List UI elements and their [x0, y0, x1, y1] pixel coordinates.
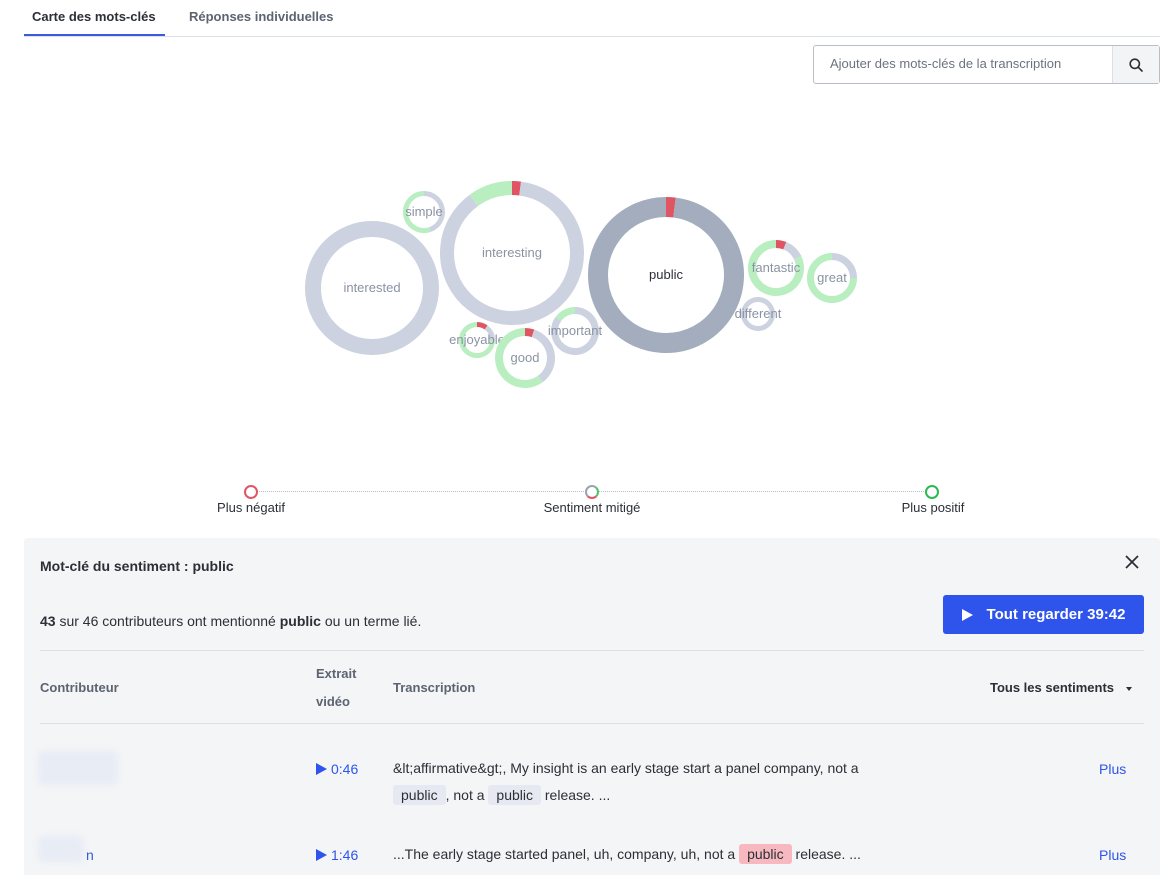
- column-clip-line1: Extrait: [316, 666, 357, 681]
- keyword-bubble-good[interactable]: good: [495, 328, 555, 388]
- legend-positive-label: Plus positif: [901, 500, 965, 515]
- column-contributor: Contributeur: [40, 680, 119, 695]
- keyword-label: different: [735, 306, 782, 321]
- contributor-name-tail[interactable]: n: [86, 847, 94, 863]
- search-icon: [1129, 57, 1143, 72]
- legend-mixed-label: Sentiment mitigé: [543, 500, 641, 515]
- video-clip-link[interactable]: 0:46: [316, 761, 358, 777]
- divider: [40, 650, 1144, 651]
- play-icon: [316, 763, 327, 775]
- transcript-text: , not a: [445, 787, 485, 803]
- keyword-highlight: public: [488, 785, 541, 805]
- watch-all-button[interactable]: Tout regarder 39:42: [943, 595, 1144, 634]
- keyword-detail-panel: Mot-clé du sentiment : public 43 sur 46 …: [24, 538, 1160, 875]
- transcript-text: release. ...: [791, 846, 861, 862]
- clip-time: 0:46: [331, 761, 359, 777]
- keyword-bubble-interesting[interactable]: interesting: [440, 181, 584, 325]
- active-tab-indicator: [24, 34, 165, 36]
- summary-text-2: ou un terme lié.: [320, 613, 422, 629]
- keyword-label: interested: [343, 280, 400, 295]
- more-link[interactable]: Plus: [1099, 847, 1126, 863]
- positive-dot-icon: [925, 485, 939, 499]
- sentiment-arc: [511, 181, 522, 196]
- tab-individual-responses[interactable]: Réponses individuelles: [189, 9, 334, 24]
- keyword-label: simple: [405, 204, 443, 219]
- keyword-bubble-simple[interactable]: simple: [403, 191, 445, 233]
- keyword-bubble-map: interested simple interesting public fantast…: [305, 181, 857, 388]
- play-icon: [316, 849, 327, 861]
- column-clip-line2: vidéo: [316, 694, 350, 709]
- transcript-excerpt: ...The early stage started panel, uh, co…: [393, 841, 953, 868]
- panel-title: Mot-clé du sentiment : public: [40, 558, 234, 574]
- sentiment-arc: [476, 322, 488, 330]
- divider: [40, 723, 1144, 724]
- keyword-label: fantastic: [752, 260, 801, 275]
- clip-time: 1:46: [331, 847, 359, 863]
- more-link[interactable]: Plus: [1099, 761, 1126, 777]
- transcript-excerpt: &lt;affirmative&gt;, My insight is an ea…: [393, 755, 923, 809]
- transcript-text: release. ...: [544, 787, 611, 803]
- keyword-search-input[interactable]: [814, 46, 1110, 81]
- watch-all-label: Tout regarder 39:42: [986, 606, 1126, 623]
- keyword-label: great: [817, 270, 847, 285]
- search-button[interactable]: [1112, 46, 1159, 83]
- mention-summary: 43 sur 46 contributeurs ont mentionné pu…: [40, 613, 421, 629]
- sentiment-arc: [665, 197, 676, 218]
- keyword-search: [813, 45, 1160, 84]
- keyword-label: interesting: [482, 245, 542, 260]
- close-icon[interactable]: [1124, 554, 1140, 570]
- sentiment-filter-label: Tous les sentiments: [989, 680, 1114, 695]
- keyword-label: important: [548, 323, 603, 338]
- column-transcript: Transcription: [393, 680, 476, 695]
- sentiment-filter-dropdown[interactable]: Tous les sentiments: [990, 680, 1132, 695]
- keyword-highlight-negative: public: [739, 844, 792, 864]
- keyword-bubble-great[interactable]: great: [807, 253, 857, 303]
- tab-bar: Carte des mots-clés Réponses individuell…: [24, 0, 1160, 37]
- play-icon: [961, 608, 973, 621]
- keyword-bubble-important[interactable]: important: [548, 307, 603, 355]
- keyword-bubble-fantastic[interactable]: fantastic: [748, 240, 804, 296]
- summary-keyword: public: [279, 613, 321, 629]
- keyword-bubble-different[interactable]: different: [735, 297, 782, 331]
- keyword-highlight: public: [393, 785, 446, 805]
- transcript-text: ...The early stage started panel, uh, co…: [393, 846, 736, 862]
- mixed-dot-icon: [585, 485, 599, 499]
- keyword-bubble-interested[interactable]: interested: [305, 221, 439, 355]
- transcript-text: &lt;affirmative&gt;, My insight is an ea…: [393, 760, 859, 776]
- keyword-label: enjoyable: [449, 332, 505, 347]
- sentiment-arc: [775, 240, 787, 250]
- sentiment-arc: [524, 328, 535, 338]
- summary-text-1: sur 46 contributeurs ont mentionné: [55, 613, 280, 629]
- keyword-label: good: [511, 350, 540, 365]
- keyword-bubble-public[interactable]: public: [588, 197, 744, 353]
- caret-down-icon: [1126, 686, 1132, 691]
- negative-dot-icon: [244, 485, 258, 499]
- mention-count: 43: [40, 613, 56, 629]
- video-clip-link[interactable]: 1:46: [316, 847, 358, 863]
- contributor-name-blurred[interactable]: [38, 751, 118, 785]
- keyword-label: public: [649, 267, 683, 282]
- contributor-name-blurred[interactable]: [38, 836, 84, 862]
- legend-negative-label: Plus négatif: [217, 500, 285, 515]
- tab-keyword-map[interactable]: Carte des mots-clés: [32, 9, 156, 24]
